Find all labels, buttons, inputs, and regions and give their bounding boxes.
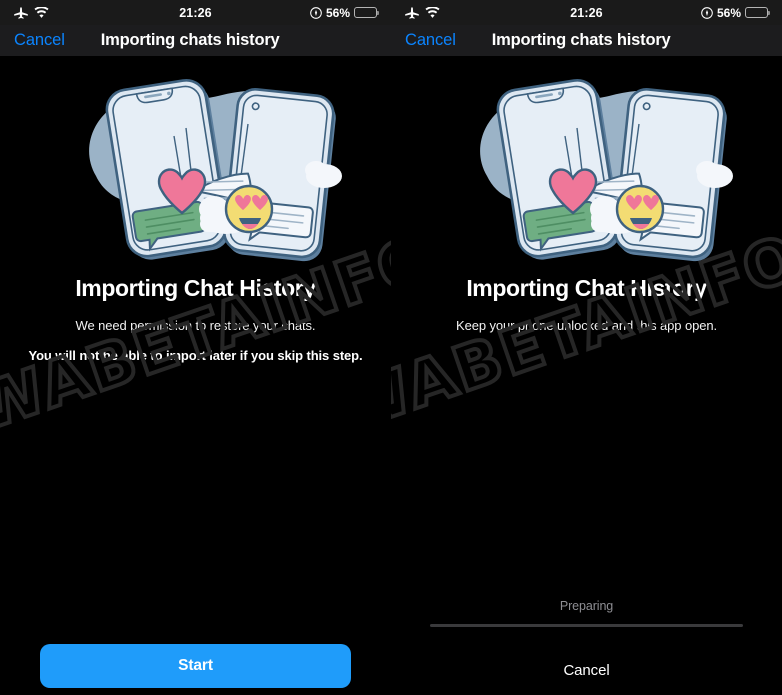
- status-bar: 21:26 56%: [0, 0, 391, 25]
- navigation-bar: Cancel Importing chats history: [0, 25, 391, 56]
- permission-screen: 21:26 56% Cancel Importing chats history…: [0, 0, 391, 695]
- battery-percent-label: 56%: [325, 5, 350, 20]
- import-progress: Preparing: [430, 599, 743, 627]
- navigation-bar: Cancel Importing chats history: [391, 25, 782, 56]
- cancel-import-button[interactable]: Cancel: [391, 661, 782, 680]
- status-bar: 21:26 56%: [391, 0, 782, 25]
- progress-bar-track: [430, 624, 743, 627]
- page-title: Importing chats history: [100, 31, 280, 49]
- battery-percent-label: 56%: [716, 5, 741, 20]
- headline: Importing Chat History: [466, 275, 707, 301]
- location-services-icon: [701, 6, 713, 19]
- headline: Importing Chat History: [75, 275, 316, 301]
- nav-cancel-button[interactable]: Cancel: [405, 31, 456, 50]
- status-bar-right: 56%: [310, 5, 379, 20]
- status-bar-right: 56%: [701, 5, 770, 20]
- page-title: Importing chats history: [491, 31, 671, 49]
- subtext: Keep your phone unlocked and this app op…: [456, 318, 717, 333]
- start-button[interactable]: Start: [40, 644, 351, 688]
- progress-status-label: Preparing: [559, 599, 614, 613]
- nav-cancel-button[interactable]: Cancel: [14, 31, 65, 50]
- panel-content: WABETAINFO: [0, 66, 391, 695]
- dual-screenshot-container: 21:26 56% Cancel Importing chats history…: [0, 0, 782, 695]
- battery-icon: [354, 7, 379, 18]
- warning-text: You will not be able to import later if …: [28, 348, 363, 363]
- two-phones-illustration: [479, 78, 733, 262]
- panel-content: WABETAINFO: [391, 66, 782, 695]
- subtext: We need permission to restore your chats…: [75, 318, 316, 333]
- location-services-icon: [310, 6, 322, 19]
- two-phones-illustration: [88, 78, 342, 262]
- progress-screen: 21:26 56% Cancel Importing chats history…: [391, 0, 782, 695]
- battery-icon: [745, 7, 770, 18]
